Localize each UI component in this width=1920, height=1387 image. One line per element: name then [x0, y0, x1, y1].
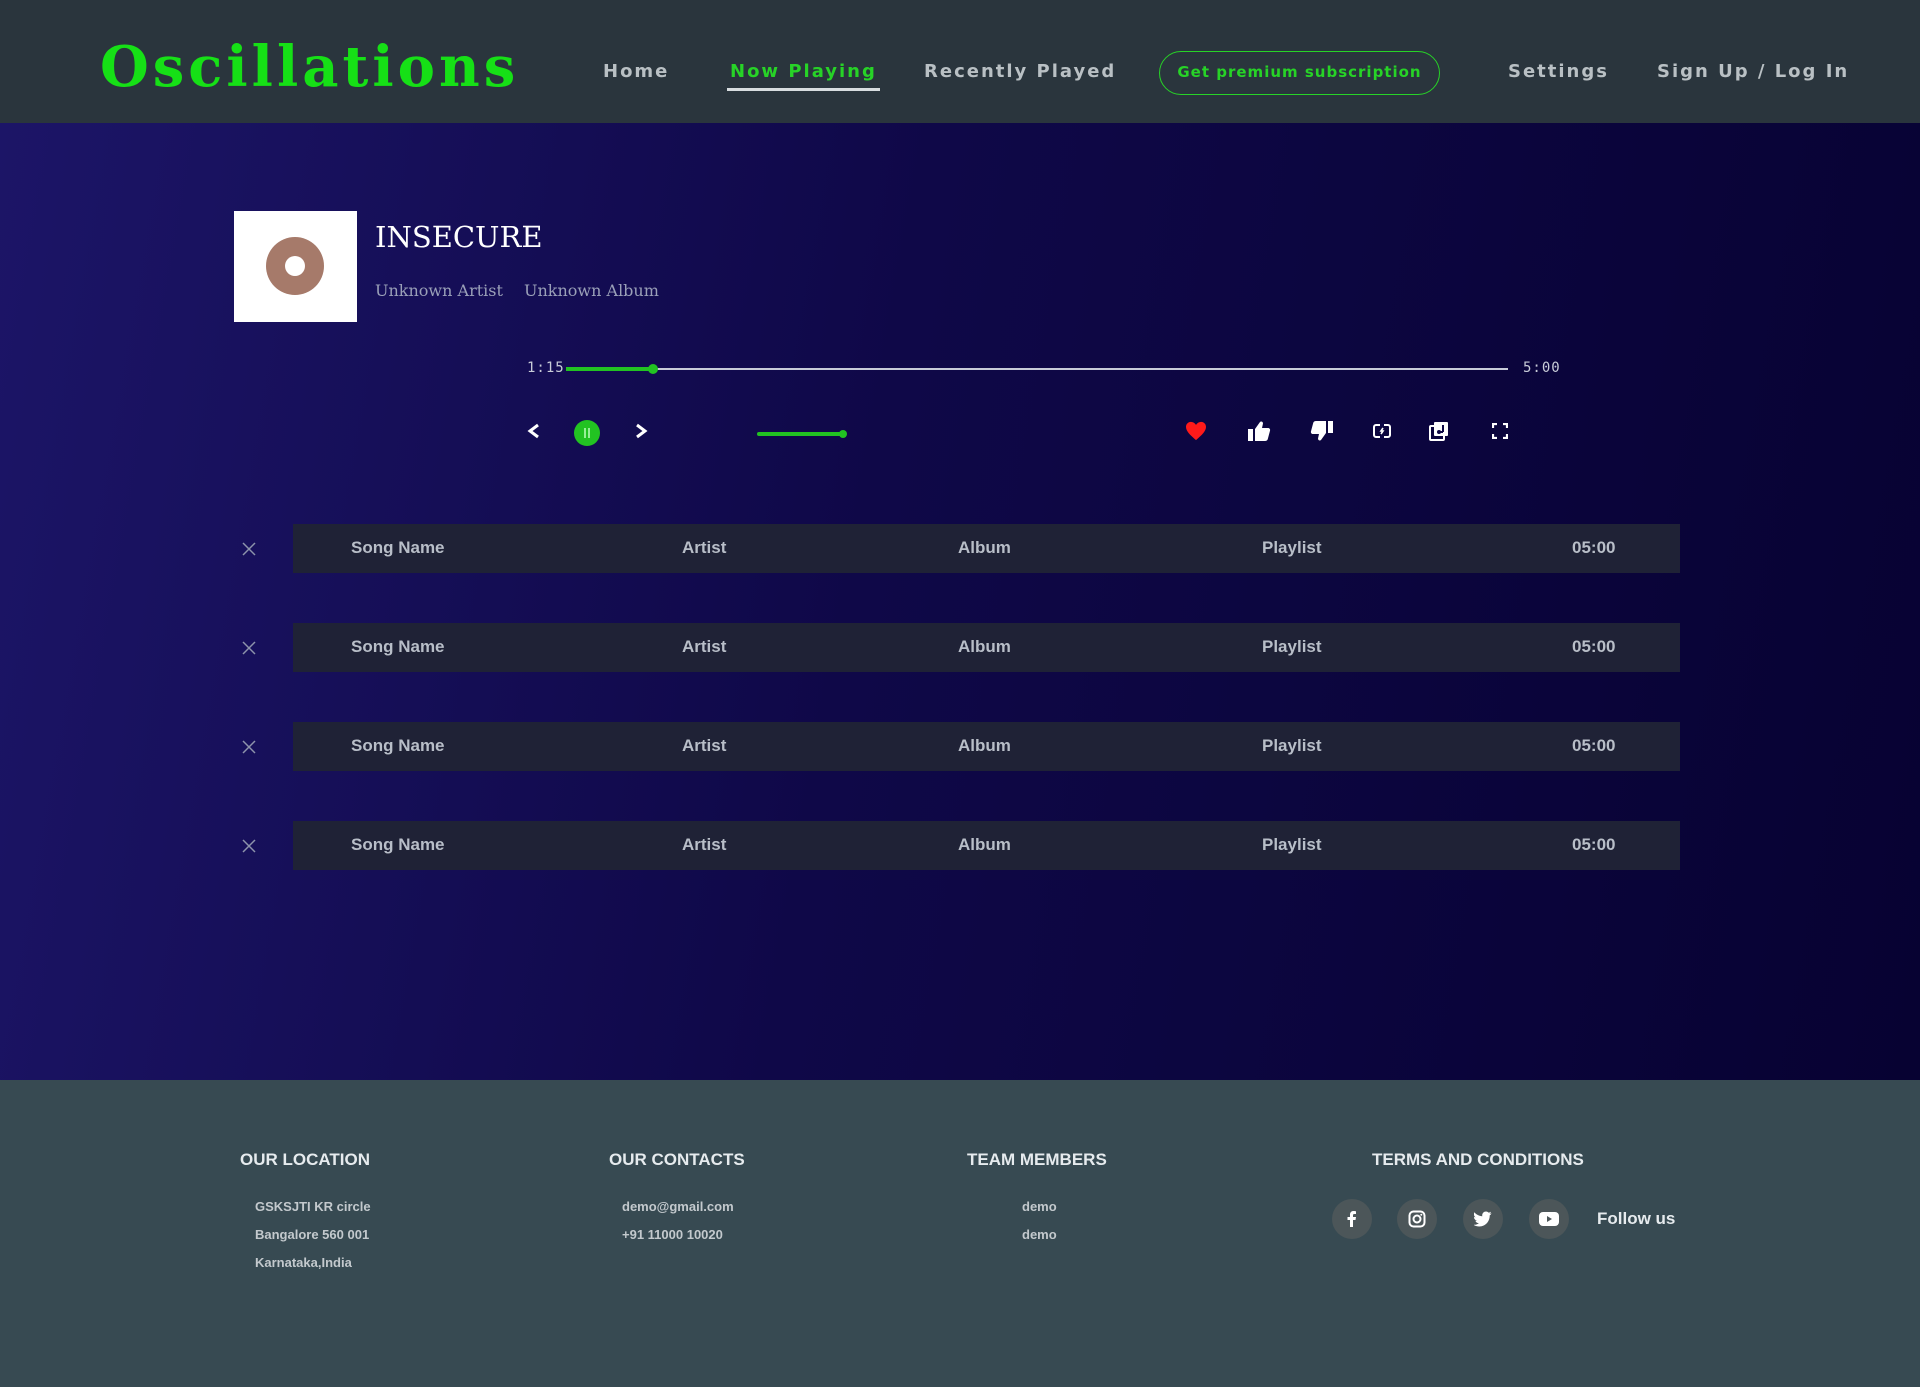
disc-icon [266, 237, 324, 295]
pause-button[interactable] [574, 420, 600, 446]
repeat-button[interactable] [1362, 411, 1402, 451]
terms-heading[interactable]: TERMS AND CONDITIONS [1372, 1150, 1584, 1170]
contacts-heading: OUR CONTACTS [609, 1150, 745, 1169]
repeat-icon [1373, 423, 1391, 439]
artist-cell: Artist [682, 736, 727, 755]
follow-us-label: Follow us [1597, 1209, 1676, 1228]
premium-subscription-button[interactable]: Get premium subscription [1159, 51, 1440, 95]
next-icon [636, 423, 648, 439]
disc-hole [285, 256, 305, 276]
location-heading: OUR LOCATION [240, 1150, 371, 1169]
song-title: INSECURE [375, 220, 543, 254]
close-icon [242, 641, 256, 655]
progress-handle[interactable] [647, 364, 658, 374]
fullscreen-button[interactable] [1480, 411, 1520, 451]
table-row[interactable]: Song Name Artist Album Playlist 05:00 [293, 623, 1680, 672]
close-icon [242, 740, 256, 754]
instagram-button[interactable] [1397, 1199, 1437, 1239]
pause-icon-bar [588, 428, 590, 438]
pause-icon [584, 428, 586, 438]
remove-row-button[interactable] [236, 734, 262, 760]
footer: OUR LOCATION GSKSJTI KR circle Bangalore… [0, 1080, 1920, 1387]
artist-cell: Artist [682, 835, 727, 854]
thumbs-up-icon [1248, 421, 1271, 441]
playlist-cell: Playlist [1262, 736, 1322, 755]
table-row[interactable]: Song Name Artist Album Playlist 05:00 [293, 524, 1680, 573]
nav-settings[interactable]: Settings [1508, 60, 1609, 84]
album-cover [234, 211, 357, 322]
playlist-cell: Playlist [1262, 835, 1322, 854]
close-icon [242, 542, 256, 556]
progress-bar[interactable] [566, 364, 1508, 374]
next-button[interactable] [621, 411, 661, 451]
thumbs-down-button[interactable] [1302, 411, 1342, 451]
nav-sign-up-log-in[interactable]: Sign Up / Log In [1657, 60, 1849, 84]
previous-icon [527, 423, 539, 439]
top-navbar: Oscillations Home Now Playing Recently P… [0, 0, 1920, 123]
twitter-button[interactable] [1463, 1199, 1503, 1239]
album-cell: Album [958, 538, 1011, 557]
playlist-cell: Playlist [1262, 637, 1322, 656]
brand-logo[interactable]: Oscillations [100, 32, 519, 102]
facebook-button[interactable] [1332, 1199, 1372, 1239]
twitter-icon [1474, 1211, 1492, 1227]
song-name-cell: Song Name [351, 637, 445, 656]
song-name-cell: Song Name [351, 736, 445, 755]
nav-recently-played[interactable]: Recently Played [924, 60, 1116, 84]
youtube-button[interactable] [1529, 1199, 1569, 1239]
previous-button[interactable] [514, 411, 554, 451]
nav-now-playing[interactable]: Now Playing [727, 60, 880, 91]
album-cell: Album [958, 835, 1011, 854]
contact-phone[interactable]: +91 11000 10020 [622, 1227, 723, 1243]
team-heading: TEAM MEMBERS [967, 1150, 1107, 1169]
add-to-playlist-icon [1429, 422, 1448, 441]
fullscreen-icon [1492, 423, 1508, 439]
table-row[interactable]: Song Name Artist Album Playlist 05:00 [293, 722, 1680, 771]
thumbs-up-button[interactable] [1239, 411, 1279, 451]
like-button[interactable] [1176, 411, 1216, 451]
remove-row-button[interactable] [236, 635, 262, 661]
location-line: Karnataka,India [255, 1255, 352, 1270]
heart-icon [1186, 421, 1206, 441]
song-album[interactable]: Unknown Album [524, 281, 659, 301]
contact-email[interactable]: demo@gmail.com [622, 1199, 734, 1215]
location-line: GSKSJTI KR circle [255, 1199, 371, 1214]
close-icon [242, 839, 256, 853]
length-cell: 05:00 [1572, 736, 1616, 755]
thumbs-down-icon [1310, 421, 1333, 441]
volume-slider[interactable] [757, 430, 847, 438]
nav-now-playing-label: Now Playing [730, 61, 877, 82]
elapsed-time: 1:15 [527, 360, 565, 376]
facebook-icon [1347, 1211, 1356, 1227]
now-playing-panel: INSECURE Unknown Artist Unknown Album 1:… [0, 123, 1920, 1080]
length-cell: 05:00 [1572, 835, 1616, 854]
album-cell: Album [958, 736, 1011, 755]
volume-handle[interactable] [839, 430, 847, 438]
progress-fill [566, 367, 653, 371]
artist-cell: Artist [682, 538, 727, 557]
add-to-playlist-button[interactable] [1419, 411, 1459, 451]
length-cell: 05:00 [1572, 538, 1616, 557]
song-name-cell: Song Name [351, 835, 445, 854]
instagram-icon [1408, 1210, 1426, 1228]
total-duration: 5:00 [1523, 360, 1561, 376]
song-artist[interactable]: Unknown Artist [375, 281, 503, 301]
album-cell: Album [958, 637, 1011, 656]
remove-row-button[interactable] [236, 833, 262, 859]
remove-row-button[interactable] [236, 536, 262, 562]
table-row[interactable]: Song Name Artist Album Playlist 05:00 [293, 821, 1680, 870]
team-member: demo [1022, 1227, 1057, 1242]
song-name-cell: Song Name [351, 538, 445, 557]
youtube-icon [1539, 1212, 1559, 1226]
nav-active-underline [727, 88, 880, 91]
length-cell: 05:00 [1572, 637, 1616, 656]
nav-home[interactable]: Home [603, 60, 669, 84]
playlist-cell: Playlist [1262, 538, 1322, 557]
artist-cell: Artist [682, 637, 727, 656]
location-line: Bangalore 560 001 [255, 1227, 370, 1242]
team-member: demo [1022, 1199, 1057, 1214]
